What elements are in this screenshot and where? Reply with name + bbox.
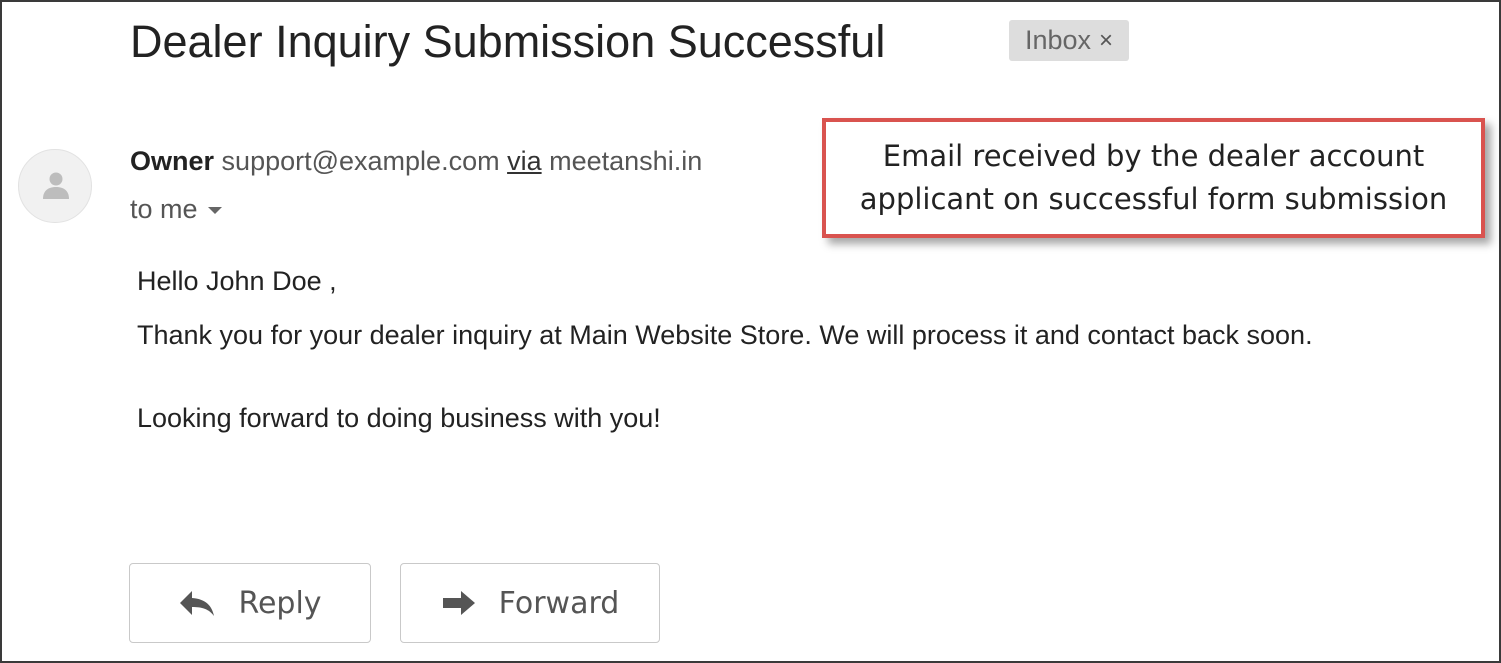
forward-label: Forward bbox=[498, 585, 620, 621]
sender-line: Owner support@example.com via meetanshi.… bbox=[130, 143, 702, 179]
sender-email: support@example.com bbox=[221, 146, 500, 176]
inbox-label-text: Inbox bbox=[1024, 25, 1092, 55]
email-subject: Dealer Inquiry Submission Successful bbox=[130, 16, 886, 67]
recipient-text: to me bbox=[130, 194, 198, 224]
remove-label-icon[interactable]: × bbox=[1099, 27, 1113, 55]
annotation-callout: Email received by the dealer account app… bbox=[822, 118, 1485, 238]
chevron-down-icon[interactable] bbox=[207, 207, 222, 215]
callout-line-2: applicant on successful form submission bbox=[859, 182, 1448, 216]
inbox-label-chip[interactable]: Inbox × bbox=[1009, 20, 1129, 61]
via-domain: meetanshi.in bbox=[549, 146, 703, 176]
email-view: Dealer Inquiry Submission Successful Inb… bbox=[0, 0, 1501, 663]
reply-label: Reply bbox=[238, 585, 322, 621]
forward-button[interactable]: Forward bbox=[400, 563, 660, 643]
sender-avatar bbox=[18, 149, 92, 223]
forward-arrow-icon bbox=[441, 589, 477, 617]
reply-button[interactable]: Reply bbox=[129, 563, 371, 643]
recipient-line[interactable]: to me bbox=[130, 191, 222, 227]
person-icon bbox=[43, 172, 69, 199]
callout-line-1: Email received by the dealer account bbox=[882, 139, 1425, 173]
reply-arrow-icon bbox=[178, 589, 216, 617]
sender-name[interactable]: Owner bbox=[130, 146, 214, 176]
email-greeting: Hello John Doe , bbox=[137, 266, 337, 296]
via-link[interactable]: via bbox=[507, 146, 542, 176]
email-body-line-2: Looking forward to doing business with y… bbox=[137, 403, 661, 433]
email-body-line-1: Thank you for your dealer inquiry at Mai… bbox=[137, 320, 1313, 350]
